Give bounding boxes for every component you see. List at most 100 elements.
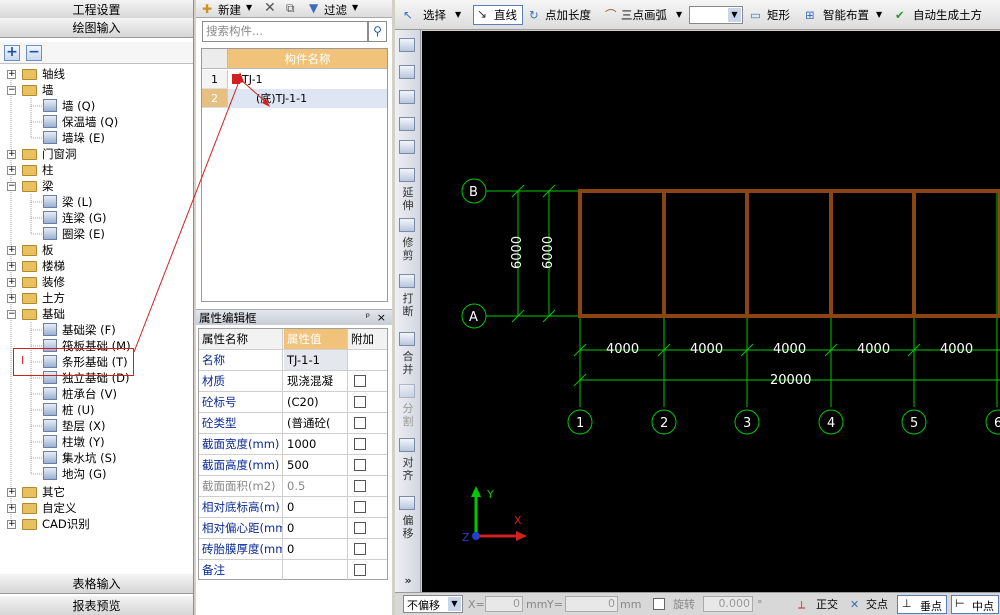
- chevron-down-icon[interactable]: ▼: [246, 3, 252, 12]
- tree-item-foundation-beam[interactable]: 基础梁 (F): [0, 322, 193, 338]
- select-button[interactable]: 选择: [423, 6, 446, 24]
- offset-button[interactable]: 偏移: [398, 514, 418, 540]
- y-input[interactable]: 0: [565, 596, 618, 612]
- tree-item-cushion[interactable]: 垫层 (X): [0, 418, 193, 434]
- property-row[interactable]: 名称 TJ-1-1: [199, 350, 387, 371]
- search-input[interactable]: 搜索构件...: [202, 21, 368, 42]
- property-row[interactable]: 砖胎膜厚度(mm) 0: [199, 539, 387, 560]
- tree-item-other[interactable]: + 其它: [0, 484, 193, 500]
- point-length-button[interactable]: 点加长度: [545, 6, 591, 24]
- tree-item-column[interactable]: + 柱: [0, 162, 193, 178]
- project-settings-band[interactable]: 工程设置: [0, 0, 193, 20]
- grid-row[interactable]: 1 TJ-1: [202, 70, 387, 89]
- expand-icon[interactable]: +: [7, 488, 16, 497]
- tree-item-axis[interactable]: + 轴线: [0, 66, 193, 82]
- tree-item-trench[interactable]: 地沟 (G): [0, 466, 193, 482]
- tree-item-beam-l[interactable]: 梁 (L): [0, 194, 193, 210]
- property-value[interactable]: 0: [284, 497, 348, 517]
- expand-icon[interactable]: +: [7, 150, 16, 159]
- offset-combo[interactable]: 不偏移 ▼: [403, 595, 463, 613]
- report-preview-band[interactable]: 报表预览: [0, 596, 193, 615]
- collapse-all-button[interactable]: −: [26, 45, 42, 61]
- split-icon[interactable]: [399, 384, 415, 398]
- tree-item-beam[interactable]: − 梁: [0, 178, 193, 194]
- extra-checkbox[interactable]: [354, 396, 366, 408]
- tree-item-decoration[interactable]: + 装修: [0, 274, 193, 290]
- property-value[interactable]: TJ-1-1: [284, 350, 348, 370]
- ortho-button[interactable]: 正交: [816, 597, 838, 613]
- extra-checkbox[interactable]: [354, 501, 366, 513]
- extend-button[interactable]: 延伸: [398, 186, 418, 212]
- rotate-checkbox[interactable]: [653, 598, 665, 610]
- tree-item-custom[interactable]: + 自定义: [0, 500, 193, 516]
- smart-layout-button[interactable]: 智能布置: [823, 6, 869, 24]
- property-row[interactable]: 相对偏心距(mm) 0: [199, 518, 387, 539]
- extra-checkbox[interactable]: [354, 543, 366, 555]
- expand-all-button[interactable]: +: [4, 45, 20, 61]
- drawing-canvas[interactable]: B A 1 2 3 4 5 6 4000 4000 4000 4000 4000…: [422, 31, 1000, 592]
- expand-icon[interactable]: +: [7, 166, 16, 175]
- property-value[interactable]: 现浇混凝: [284, 371, 348, 391]
- collapse-icon[interactable]: −: [7, 182, 16, 191]
- collapse-icon[interactable]: −: [7, 86, 16, 95]
- drawing-svg[interactable]: B A 1 2 3 4 5 6 4000 4000 4000 4000 4000…: [422, 31, 1000, 592]
- property-value[interactable]: (普通砼(: [284, 413, 348, 433]
- rect-button[interactable]: 矩形: [767, 6, 790, 24]
- expand-icon[interactable]: +: [7, 294, 16, 303]
- property-row[interactable]: 截面高度(mm) 500: [199, 455, 387, 476]
- perp-button[interactable]: ⊥ 垂点: [897, 595, 947, 614]
- more-button[interactable]: »: [398, 574, 418, 587]
- tree-item-pile-cap[interactable]: 桩承台 (V): [0, 386, 193, 402]
- property-row[interactable]: 截面面积(m2) 0.5: [199, 476, 387, 497]
- expand-icon[interactable]: +: [7, 278, 16, 287]
- property-row[interactable]: 截面宽度(mm) 1000: [199, 434, 387, 455]
- property-value[interactable]: 0: [284, 539, 348, 559]
- chevron-down-icon[interactable]: ▼: [352, 3, 358, 12]
- delete-icon[interactable]: ✕: [264, 0, 276, 16]
- chevron-down-icon[interactable]: ▼: [448, 597, 461, 611]
- chevron-down-icon[interactable]: ▼: [876, 6, 882, 24]
- extra-checkbox[interactable]: [354, 417, 366, 429]
- trim-icon[interactable]: [399, 218, 415, 232]
- expand-icon[interactable]: +: [7, 262, 16, 271]
- break-button[interactable]: 打断: [398, 292, 418, 318]
- align-button[interactable]: 对齐: [398, 456, 418, 482]
- property-value[interactable]: [284, 560, 348, 580]
- break-icon[interactable]: [399, 274, 415, 288]
- chevron-down-icon[interactable]: ▼: [728, 8, 741, 22]
- chevron-down-icon[interactable]: ▼: [455, 6, 461, 24]
- property-row[interactable]: 备注: [199, 560, 387, 581]
- rotate-input[interactable]: 0.000: [703, 596, 753, 612]
- tree-item-wall[interactable]: − 墙: [0, 82, 193, 98]
- tree-item-cad-recognition[interactable]: + CAD识别: [0, 516, 193, 532]
- tree-item-pilaster[interactable]: 墙垛 (E): [0, 130, 193, 146]
- mid-button[interactable]: ⊢ 中点: [951, 595, 999, 614]
- extra-checkbox[interactable]: [354, 375, 366, 387]
- tree-item-foundation[interactable]: − 基础: [0, 306, 193, 322]
- pencil-icon[interactable]: [399, 38, 415, 52]
- extra-checkbox[interactable]: [354, 480, 366, 492]
- merge-icon[interactable]: [399, 332, 415, 346]
- tree-item-column-pier[interactable]: 柱墩 (Y): [0, 434, 193, 450]
- tree-item-link-beam[interactable]: 连梁 (G): [0, 210, 193, 226]
- rotate-icon[interactable]: [399, 140, 415, 154]
- tree-item-pile[interactable]: 桩 (U): [0, 402, 193, 418]
- tree-item-openings[interactable]: + 门窗洞: [0, 146, 193, 162]
- tree-item-slab[interactable]: + 板: [0, 242, 193, 258]
- line-button[interactable]: ↘ 直线: [473, 5, 523, 25]
- property-value[interactable]: (C20): [284, 392, 348, 412]
- three-point-arc-button[interactable]: 三点画弧: [621, 6, 667, 24]
- extend-icon[interactable]: [399, 168, 415, 182]
- auto-earth-button[interactable]: 自动生成土方: [913, 6, 982, 24]
- table-input-band[interactable]: 表格输入: [0, 574, 193, 594]
- extra-checkbox[interactable]: [354, 459, 366, 471]
- extra-checkbox[interactable]: [354, 438, 366, 450]
- expand-icon[interactable]: +: [7, 70, 16, 79]
- collapse-icon[interactable]: −: [7, 310, 16, 319]
- property-row[interactable]: 砼标号 (C20): [199, 392, 387, 413]
- copy-icon[interactable]: ⧉: [286, 1, 295, 16]
- drawing-input-band[interactable]: 绘图输入: [0, 18, 193, 38]
- tree-item-insulation-wall[interactable]: 保温墙 (Q): [0, 114, 193, 130]
- property-row[interactable]: 相对底标高(m) 0: [199, 497, 387, 518]
- property-row[interactable]: 材质 现浇混凝: [199, 371, 387, 392]
